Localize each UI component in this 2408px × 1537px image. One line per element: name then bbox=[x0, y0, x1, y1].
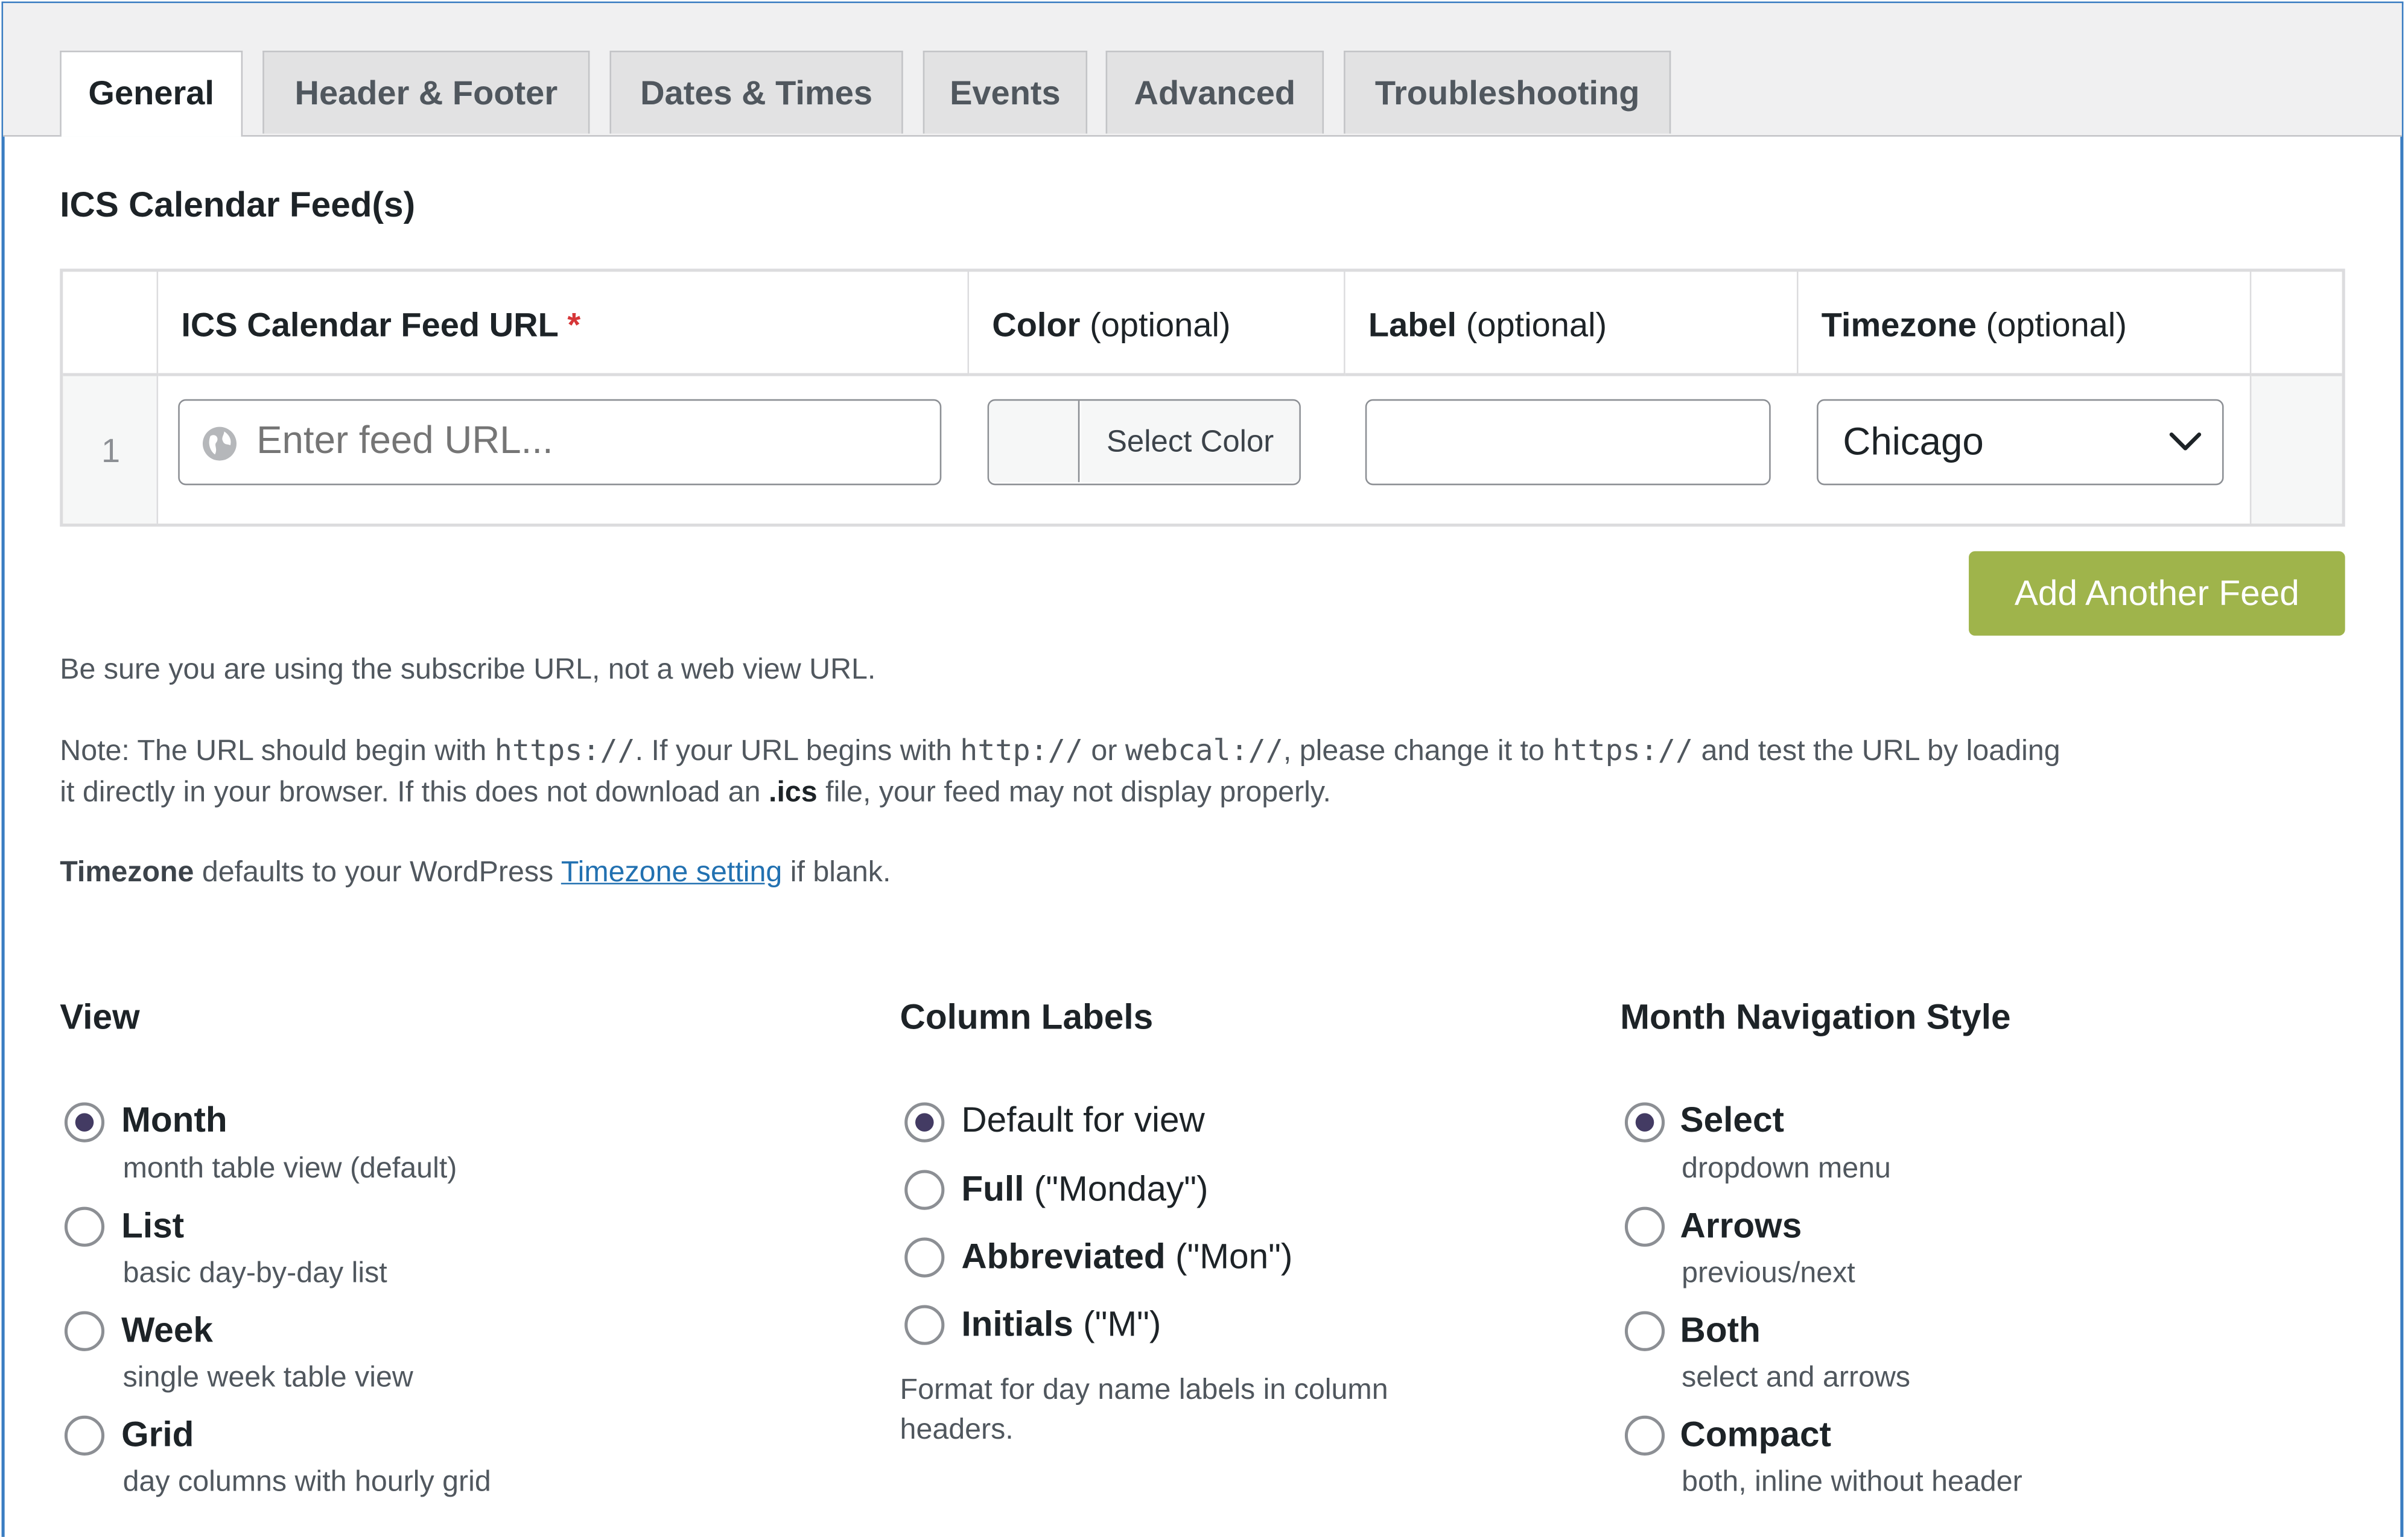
row-number-header bbox=[63, 271, 159, 376]
view-grid-desc: day columns with hourly grid bbox=[122, 1466, 491, 1499]
labels-abbreviated-label: Abbreviated ("Mon") bbox=[961, 1235, 1293, 1276]
feed-label-input[interactable] bbox=[1365, 399, 1771, 486]
timezone-note-bold: Timezone bbox=[60, 857, 194, 889]
https-note-line2: it directly in your browser. If this doe… bbox=[60, 772, 1331, 815]
color-column-label: Color bbox=[992, 305, 1081, 344]
https-code: https:// bbox=[1552, 734, 1694, 768]
nav-arrows-desc: previous/next bbox=[1682, 1257, 1855, 1290]
nav-both-radio[interactable] bbox=[1624, 1311, 1665, 1351]
https-note-line1: Note: The URL should begin with https://… bbox=[60, 729, 2060, 774]
nav-compact-desc: both, inline without header bbox=[1682, 1466, 2022, 1499]
required-mark: * bbox=[567, 305, 581, 344]
month-nav-title: Month Navigation Style bbox=[1620, 996, 2011, 1037]
chevron-down-icon bbox=[2169, 433, 2202, 451]
label-column-suffix: (optional) bbox=[1466, 305, 1607, 344]
https-note-text: . If your URL begins with bbox=[635, 735, 961, 768]
nav-select-label: Select bbox=[1680, 1099, 1785, 1139]
nav-arrows-radio[interactable] bbox=[1624, 1206, 1665, 1247]
feeds-table: ICS Calendar Feed URL * Color (optional)… bbox=[60, 268, 2345, 527]
nav-select-radio[interactable] bbox=[1624, 1102, 1665, 1142]
timezone-column-label: Timezone bbox=[1821, 305, 1977, 344]
timezone-note-text: if blank. bbox=[782, 857, 891, 889]
https-note-text: Note: The URL should begin with bbox=[60, 735, 495, 768]
labels-default-radio[interactable] bbox=[904, 1102, 945, 1142]
row-actions-cell bbox=[2251, 376, 2342, 524]
labels-default-label: Default for view bbox=[961, 1099, 1205, 1139]
view-month-radio[interactable] bbox=[64, 1102, 105, 1142]
feeds-section-title: ICS Calendar Feed(s) bbox=[60, 184, 416, 224]
nav-arrows-label: Arrows bbox=[1680, 1205, 1802, 1246]
https-note-text: , please change it to bbox=[1283, 735, 1553, 768]
labels-initials-label: Initials ("M") bbox=[961, 1303, 1161, 1344]
timezone-column-suffix: (optional) bbox=[1986, 305, 2127, 344]
https-note-text: and test the URL by loading bbox=[1693, 735, 2060, 768]
feed-url-input[interactable] bbox=[256, 401, 917, 481]
http-code: http:// bbox=[960, 734, 1083, 768]
https-note-text: or bbox=[1082, 735, 1125, 768]
row-number: 1 bbox=[101, 431, 121, 470]
timezone-note: Timezone defaults to your WordPress Time… bbox=[60, 852, 891, 895]
view-list-radio[interactable] bbox=[64, 1206, 105, 1247]
nav-both-label: Both bbox=[1680, 1310, 1761, 1350]
https-code: https:// bbox=[494, 734, 635, 768]
nav-compact-radio[interactable] bbox=[1624, 1415, 1665, 1456]
tab-advanced[interactable]: Advanced bbox=[1105, 50, 1324, 134]
labels-initials-radio[interactable] bbox=[904, 1305, 945, 1345]
nav-select-desc: dropdown menu bbox=[1682, 1153, 1891, 1185]
ics-extension: .ics bbox=[769, 776, 818, 810]
url-column-header: ICS Calendar Feed URL * bbox=[158, 271, 970, 376]
labels-full-label: Full ("Monday") bbox=[961, 1168, 1209, 1209]
tab-events[interactable]: Events bbox=[923, 50, 1088, 134]
timezone-select[interactable]: Chicago bbox=[1817, 399, 2224, 486]
row-number-cell: 1 bbox=[63, 376, 159, 524]
column-labels-title: Column Labels bbox=[900, 996, 1154, 1037]
subscribe-note: Be sure you are using the subscribe URL,… bbox=[60, 654, 876, 686]
column-labels-help: Format for day name labels in column bbox=[900, 1374, 1388, 1407]
view-week-desc: single week table view bbox=[122, 1361, 413, 1395]
color-picker[interactable]: Select Color bbox=[987, 399, 1301, 486]
timezone-note-text: defaults to your WordPress bbox=[194, 857, 561, 889]
add-another-feed-button[interactable]: Add Another Feed bbox=[1969, 551, 2345, 636]
color-column-suffix: (optional) bbox=[1090, 305, 1231, 344]
webcal-code: webcal:// bbox=[1125, 734, 1283, 768]
color-swatch[interactable] bbox=[989, 401, 1080, 483]
nav-compact-label: Compact bbox=[1680, 1414, 1832, 1454]
tab-header-footer[interactable]: Header & Footer bbox=[262, 50, 590, 134]
timezone-setting-link[interactable]: Timezone setting bbox=[561, 857, 782, 889]
https-note-text: file, your feed may not display properly… bbox=[817, 776, 1331, 810]
label-column-label: Label bbox=[1368, 305, 1457, 344]
column-labels-help: headers. bbox=[900, 1414, 1014, 1447]
actions-column-header bbox=[2251, 271, 2342, 376]
view-list-label: List bbox=[121, 1205, 185, 1246]
view-grid-label: Grid bbox=[121, 1414, 194, 1454]
timezone-column-header: Timezone (optional) bbox=[1798, 271, 2252, 376]
url-column-label: ICS Calendar Feed URL bbox=[181, 305, 558, 344]
view-title: View bbox=[60, 996, 140, 1037]
view-week-radio[interactable] bbox=[64, 1311, 105, 1351]
labels-full-radio[interactable] bbox=[904, 1170, 945, 1210]
timezone-value: Chicago bbox=[1843, 420, 1984, 464]
view-list-desc: basic day-by-day list bbox=[122, 1257, 387, 1290]
labels-abbreviated-radio[interactable] bbox=[904, 1237, 945, 1278]
view-grid-radio[interactable] bbox=[64, 1415, 105, 1456]
color-column-header: Color (optional) bbox=[969, 271, 1345, 376]
feed-url-field[interactable] bbox=[178, 399, 942, 486]
tab-troubleshooting[interactable]: Troubleshooting bbox=[1344, 50, 1671, 134]
tab-dates-times[interactable]: Dates & Times bbox=[609, 50, 903, 134]
label-column-header: Label (optional) bbox=[1345, 271, 1799, 376]
view-month-label: Month bbox=[121, 1099, 227, 1139]
settings-canvas: General Header & Footer Dates & Times Ev… bbox=[0, 0, 2408, 1537]
nav-both-desc: select and arrows bbox=[1682, 1361, 1911, 1395]
view-month-desc: month table view (default) bbox=[122, 1153, 457, 1185]
view-week-label: Week bbox=[121, 1310, 213, 1350]
https-note-text: it directly in your browser. If this doe… bbox=[60, 776, 769, 810]
select-color-button[interactable]: Select Color bbox=[1081, 401, 1300, 483]
tab-general[interactable]: General bbox=[60, 50, 243, 137]
globe-icon bbox=[202, 426, 237, 461]
